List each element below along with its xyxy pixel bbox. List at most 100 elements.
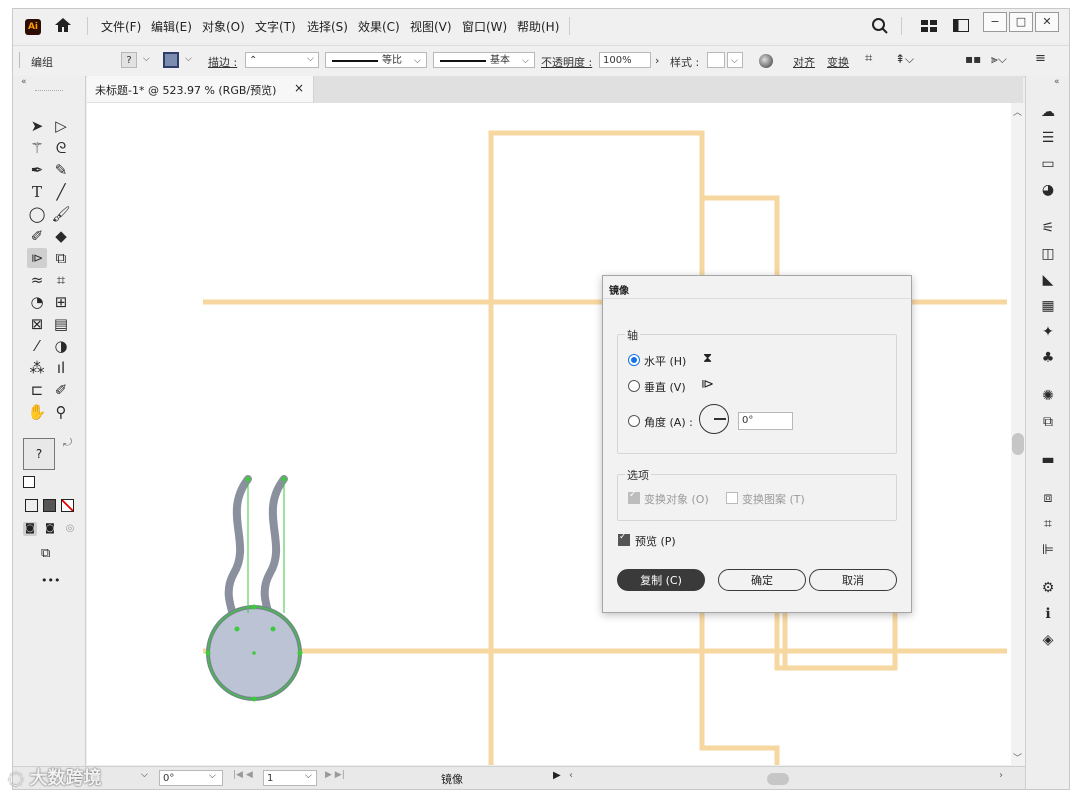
gradient-tool-icon[interactable]: ▤ <box>51 314 71 334</box>
info-panel-icon[interactable]: ℹ <box>1038 604 1058 624</box>
search-icon[interactable] <box>871 17 889 35</box>
color-mode-icon[interactable] <box>25 499 38 512</box>
chevron-right-icon[interactable]: › <box>655 54 659 67</box>
puppet-warp-icon[interactable]: ⇞⌵ <box>895 52 914 67</box>
zoom-dropdown[interactable]: ⌵ <box>141 770 155 780</box>
screen-mode-icon[interactable]: ⧉ <box>41 546 59 561</box>
opacity-label[interactable]: 不透明度 : <box>541 54 592 70</box>
graphic-styles-icon[interactable]: ✺ <box>1038 386 1058 406</box>
chevron-down-icon[interactable]: ⌵ <box>185 54 192 64</box>
vertical-radio[interactable] <box>628 380 640 392</box>
eyedropper-tool-icon[interactable]: ⁄ <box>27 336 47 356</box>
hscroll-right-icon[interactable]: › <box>999 770 1003 781</box>
draw-normal-icon[interactable]: ◙ <box>23 522 37 536</box>
swatches-panel-icon[interactable]: ▦ <box>1038 296 1058 316</box>
transform-panel-icon[interactable]: ⌗ <box>1038 514 1058 534</box>
status-menu-icon[interactable]: ▶ <box>553 770 561 781</box>
panel-menu-icon[interactable]: ≡ <box>1035 51 1046 66</box>
close-button[interactable]: ✕ <box>1035 12 1059 32</box>
zoom-tool-icon[interactable]: ⚲ <box>51 402 71 422</box>
isolate-group-icon[interactable]: ⌗ <box>865 51 872 66</box>
menu-view[interactable]: 视图(V) <box>410 18 452 35</box>
preview-label[interactable]: 预览 (P) <box>635 533 676 549</box>
chevron-down-icon[interactable]: ⌵ <box>307 54 314 64</box>
menu-object[interactable]: 对象(O) <box>202 18 245 35</box>
shape-builder-tool-icon[interactable]: ◔ <box>27 292 47 312</box>
swap-fill-stroke-icon[interactable]: ⤾ <box>63 436 72 450</box>
menu-help[interactable]: 帮助(H) <box>517 18 559 35</box>
stroke-panel-icon[interactable]: ☰ <box>1038 128 1058 148</box>
menu-type[interactable]: 文字(T) <box>255 18 296 35</box>
scale-tool-icon[interactable]: ⧉ <box>51 248 71 268</box>
libraries-panel-icon[interactable]: ◫ <box>1038 244 1058 264</box>
symbols-panel-icon[interactable]: ♣ <box>1038 348 1058 368</box>
align-panel-icon[interactable]: ⊫ <box>1038 540 1058 560</box>
chevron-down-icon[interactable]: ⌵ <box>143 54 150 64</box>
cancel-button[interactable]: 取消 <box>809 569 897 591</box>
transparency-panel-icon[interactable]: ◕ <box>1038 180 1058 200</box>
horizontal-label[interactable]: 水平 (H) <box>644 353 686 369</box>
curvature-tool-icon[interactable]: ✎ <box>51 160 71 180</box>
first-artboard-icon[interactable]: |◀ ◀ <box>233 770 253 780</box>
horizontal-scroll-thumb[interactable] <box>767 773 789 785</box>
paintbrush-tool-icon[interactable]: 🖌 <box>51 204 71 224</box>
gradient-mode-icon[interactable] <box>43 499 56 512</box>
arrange-documents-icon[interactable] <box>953 19 969 32</box>
appearance-panel-icon[interactable]: ◣ <box>1038 270 1058 290</box>
collapse-panel-icon[interactable]: « <box>21 77 27 87</box>
variable-width-profile[interactable]: 等比 ⌵ <box>325 52 427 68</box>
slice-tool-icon[interactable]: ✐ <box>51 380 71 400</box>
symbol-sprayer-tool-icon[interactable]: ⁂ <box>27 358 47 378</box>
width-tool-icon[interactable]: ≈ <box>27 270 47 290</box>
graphic-style-swatch[interactable] <box>707 52 725 68</box>
opacity-field[interactable]: 100% <box>599 52 651 68</box>
hscroll-left-icon[interactable]: ‹ <box>569 770 573 781</box>
brush-definition[interactable]: 基本 ⌵ <box>433 52 535 68</box>
perspective-grid-tool-icon[interactable]: ⊞ <box>51 292 71 312</box>
free-transform-tool-icon[interactable]: ⌗ <box>51 270 71 290</box>
next-artboard-icon[interactable]: ▶ ▶| <box>325 770 345 780</box>
fill-box[interactable]: ? <box>23 438 55 470</box>
scroll-thumb[interactable] <box>1012 433 1024 455</box>
color-guide-icon[interactable]: ☁ <box>1038 102 1058 122</box>
eraser-tool-icon[interactable]: ◆ <box>51 226 71 246</box>
artboards-panel-icon[interactable]: ⧉ <box>1038 412 1058 432</box>
edit-toolbar-more[interactable]: ••• <box>41 574 60 587</box>
selection-tool-icon[interactable]: ➤ <box>27 116 47 136</box>
stroke-label[interactable]: 描边 : <box>208 54 237 70</box>
scroll-down-icon[interactable]: ﹀ <box>1013 751 1022 764</box>
menu-window[interactable]: 窗口(W) <box>462 18 507 35</box>
menu-select[interactable]: 选择(S) <box>307 18 348 35</box>
align-link[interactable]: 对齐 <box>793 54 815 70</box>
stroke-swatch[interactable] <box>163 52 179 68</box>
line-tool-icon[interactable]: ╱ <box>51 182 71 202</box>
distribute-icon[interactable]: ⫸⌵ <box>991 52 1007 67</box>
transform-patterns-checkbox[interactable] <box>726 492 738 504</box>
ellipse-tool-icon[interactable]: ◯ <box>27 204 47 224</box>
angle-label[interactable]: 角度 (A) : <box>644 414 693 430</box>
restore-button[interactable]: □ <box>1009 12 1033 32</box>
ok-button[interactable]: 确定 <box>718 569 806 591</box>
menu-file[interactable]: 文件(F) <box>101 18 141 35</box>
menu-effect[interactable]: 效果(C) <box>358 18 400 35</box>
pathfinder-panel-icon[interactable]: ⧈ <box>1038 488 1058 508</box>
transform-link[interactable]: 变换 <box>827 54 849 70</box>
vertical-scrollbar[interactable]: ︿ ﹀ <box>1011 103 1025 765</box>
mesh-tool-icon[interactable]: ⊠ <box>27 314 47 334</box>
column-graph-tool-icon[interactable]: ıl <box>51 358 71 378</box>
artboard-dropdown-icon[interactable]: ⌵ <box>305 771 312 781</box>
shaper-tool-icon[interactable]: ✐ <box>27 226 47 246</box>
angle-input[interactable]: 0° <box>738 412 793 430</box>
draw-behind-icon[interactable]: ◙ <box>43 522 57 536</box>
properties-panel-icon[interactable]: ⚟ <box>1038 218 1058 238</box>
angle-radio[interactable] <box>628 415 640 427</box>
document-tab[interactable]: 未标题-1* @ 523.97 % (RGB/预览) × <box>87 76 314 102</box>
copy-button[interactable]: 复制 (C) <box>617 569 705 591</box>
home-icon[interactable] <box>53 16 73 34</box>
minimize-button[interactable]: − <box>983 12 1007 32</box>
none-mode-icon[interactable] <box>61 499 74 512</box>
pen-tool-icon[interactable]: ✒ <box>27 160 47 180</box>
align-panel-icon[interactable]: ▪▪ <box>965 52 981 66</box>
draw-inside-icon[interactable]: ◎ <box>63 522 77 536</box>
recolor-artwork-icon[interactable] <box>759 54 773 68</box>
